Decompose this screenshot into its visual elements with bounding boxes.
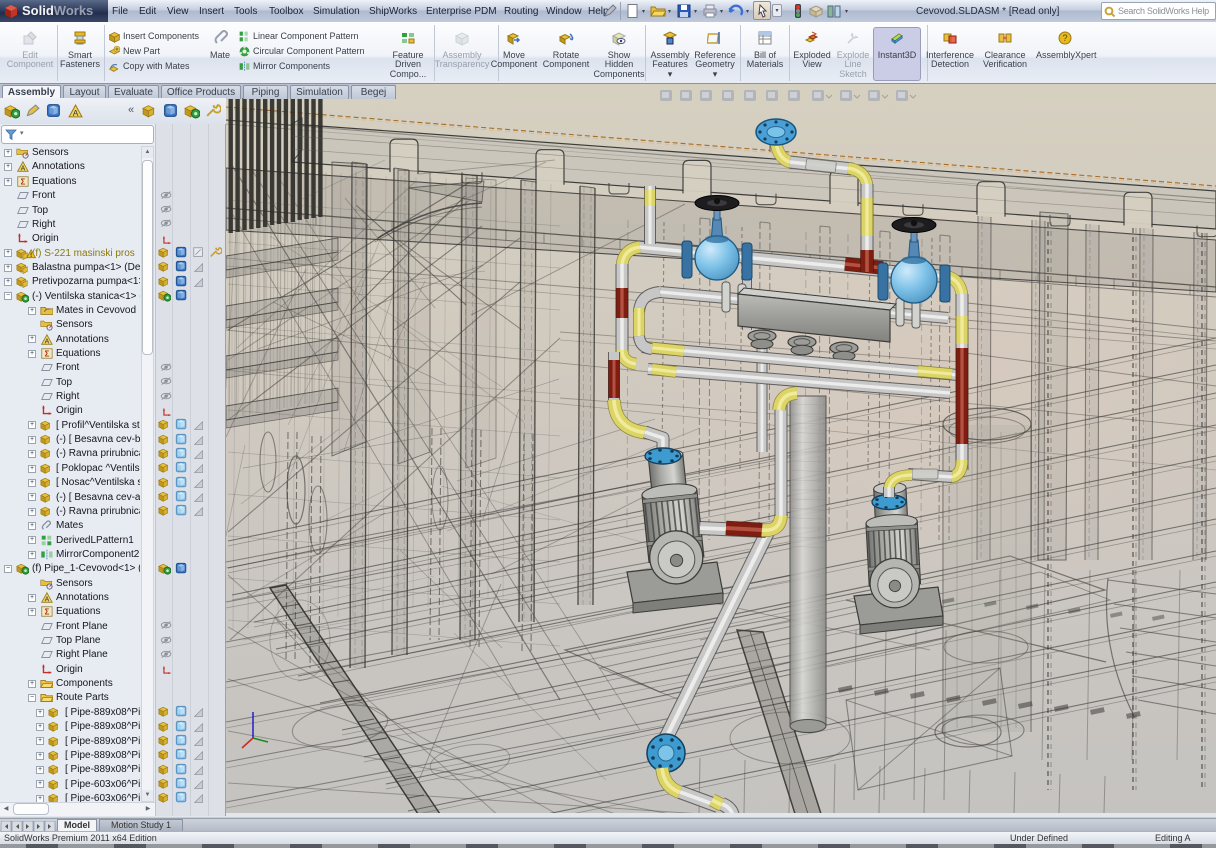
- svg-text:Σ: Σ: [45, 608, 50, 617]
- svg-text:Σ: Σ: [45, 350, 50, 359]
- svg-text:Σ: Σ: [21, 177, 26, 186]
- svg-text:A: A: [45, 596, 50, 603]
- svg-text:?: ?: [1062, 33, 1067, 43]
- svg-text:A: A: [21, 166, 26, 173]
- svg-text:!: !: [30, 252, 32, 259]
- svg-text:A: A: [73, 108, 79, 118]
- svg-text:A: A: [45, 338, 50, 345]
